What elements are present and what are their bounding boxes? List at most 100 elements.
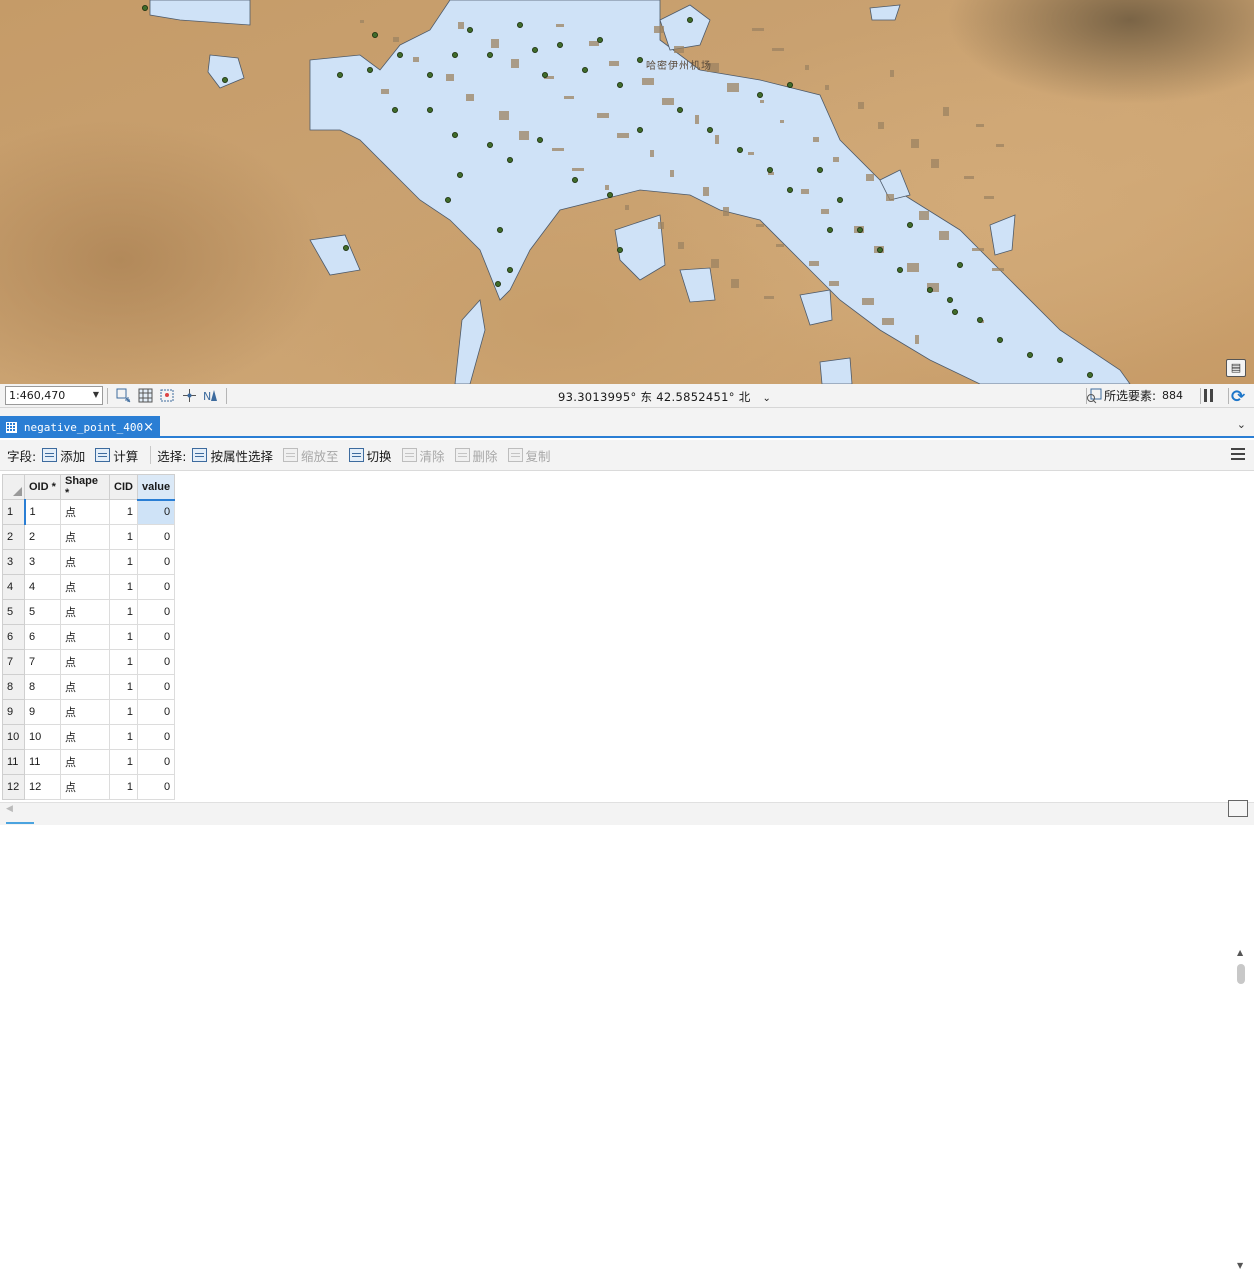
delete-button[interactable]: 删除 xyxy=(454,446,498,465)
table-row[interactable]: 44点10 xyxy=(2,574,176,600)
chevron-down-icon[interactable]: ▼ xyxy=(93,390,99,399)
feature-point[interactable] xyxy=(221,77,228,84)
urban-area[interactable] xyxy=(614,214,666,281)
row-number-cell[interactable]: 8 xyxy=(2,674,25,700)
urban-area[interactable] xyxy=(149,0,251,26)
feature-point[interactable] xyxy=(737,146,744,153)
value-cell[interactable]: 0 xyxy=(136,649,176,675)
feature-point[interactable] xyxy=(451,131,458,138)
feature-point[interactable] xyxy=(371,32,378,39)
shape-cell[interactable]: 点 xyxy=(60,674,110,700)
oid-cell[interactable]: 7 xyxy=(24,649,61,675)
refresh-icon[interactable]: ⟳ xyxy=(1231,387,1245,407)
feature-point[interactable] xyxy=(572,176,579,183)
shape-cell[interactable]: 点 xyxy=(60,649,110,675)
north-arrow-icon[interactable]: N xyxy=(202,387,220,405)
feature-point[interactable] xyxy=(997,336,1004,343)
scroll-up-icon[interactable]: ▲ xyxy=(1237,948,1243,957)
feature-point[interactable] xyxy=(677,107,684,114)
value-cell[interactable]: 0 xyxy=(136,624,176,650)
column-header-oid[interactable]: OID * xyxy=(24,474,61,500)
feature-point[interactable] xyxy=(787,186,794,193)
feature-point[interactable] xyxy=(1057,356,1064,363)
shape-cell[interactable]: 点 xyxy=(60,699,110,725)
shape-cell[interactable]: 点 xyxy=(60,749,110,775)
oid-cell[interactable]: 5 xyxy=(24,599,61,625)
feature-point[interactable] xyxy=(494,280,501,287)
value-cell[interactable]: 0 xyxy=(136,499,176,525)
cid-cell[interactable]: 1 xyxy=(109,574,138,600)
oid-cell[interactable]: 9 xyxy=(24,699,61,725)
shape-cell[interactable]: 点 xyxy=(60,549,110,575)
table-row[interactable]: 66点10 xyxy=(2,624,176,650)
cid-cell[interactable]: 1 xyxy=(109,649,138,675)
feature-point[interactable] xyxy=(486,52,493,59)
feature-point[interactable] xyxy=(877,246,884,253)
oid-cell[interactable]: 3 xyxy=(24,549,61,575)
snapping-icon[interactable] xyxy=(158,387,176,405)
value-cell[interactable]: 0 xyxy=(136,774,176,800)
selected-features[interactable]: 所选要素: 884 xyxy=(1086,387,1183,404)
feature-point[interactable] xyxy=(957,261,964,268)
cid-cell[interactable]: 1 xyxy=(109,624,138,650)
oid-cell[interactable]: 1 xyxy=(24,499,61,525)
feature-point[interactable] xyxy=(466,26,473,33)
feature-point[interactable] xyxy=(757,92,764,99)
urban-area[interactable] xyxy=(819,357,853,384)
value-cell[interactable]: 0 xyxy=(136,749,176,775)
cid-cell[interactable]: 1 xyxy=(109,524,138,550)
select-by-attributes-button[interactable]: 按属性选择 xyxy=(192,446,273,465)
row-number-cell[interactable]: 6 xyxy=(2,624,25,650)
oid-cell[interactable]: 12 xyxy=(24,774,61,800)
feature-point[interactable] xyxy=(366,67,373,74)
close-icon[interactable]: × xyxy=(143,420,154,435)
cid-cell[interactable]: 1 xyxy=(109,699,138,725)
cid-cell[interactable]: 1 xyxy=(109,724,138,750)
table-row[interactable]: 12 12 点 1 0 xyxy=(2,774,176,800)
row-number-cell[interactable]: 3 xyxy=(2,549,25,575)
urban-area[interactable] xyxy=(989,214,1016,256)
table-row[interactable]: 33点10 xyxy=(2,549,176,575)
feature-point[interactable] xyxy=(927,286,934,293)
urban-area[interactable] xyxy=(309,0,1131,384)
oid-cell[interactable]: 8 xyxy=(24,674,61,700)
feature-point[interactable] xyxy=(336,72,343,79)
value-cell[interactable]: 0 xyxy=(136,549,176,575)
feature-point[interactable] xyxy=(947,296,954,303)
feature-point[interactable] xyxy=(827,226,834,233)
feature-point[interactable] xyxy=(907,221,914,228)
oid-cell[interactable]: 6 xyxy=(24,624,61,650)
calculate-field-button[interactable]: 计算 xyxy=(95,446,138,465)
row-number-cell[interactable]: 12 xyxy=(2,774,25,800)
urban-area[interactable] xyxy=(309,234,361,276)
map-canvas[interactable] xyxy=(0,0,1254,384)
table-row[interactable]: 22点10 xyxy=(2,524,176,550)
feature-point[interactable] xyxy=(506,156,513,163)
feature-point[interactable] xyxy=(707,127,714,134)
shape-cell[interactable]: 点 xyxy=(60,624,110,650)
table-row[interactable]: 10 10 点 1 0 xyxy=(2,724,176,750)
feature-point[interactable] xyxy=(767,166,774,173)
feature-point[interactable] xyxy=(537,136,544,143)
row-number-cell[interactable]: 11 xyxy=(2,749,25,775)
feature-point[interactable] xyxy=(486,141,493,148)
row-number-cell[interactable]: 2 xyxy=(2,524,25,550)
feature-point[interactable] xyxy=(532,47,539,54)
value-cell[interactable]: 0 xyxy=(136,724,176,750)
table-row[interactable]: 55点10 xyxy=(2,599,176,625)
row-number-cell[interactable]: 1 xyxy=(2,499,26,525)
attribute-table[interactable]: OID * Shape * CID value 11点1022点1033点104… xyxy=(0,472,1254,1270)
shape-cell[interactable]: 点 xyxy=(60,724,110,750)
scroll-thumb[interactable] xyxy=(1237,964,1245,984)
map-view[interactable]: 哈密伊州机场 ▤ xyxy=(0,0,1254,384)
value-cell[interactable]: 0 xyxy=(136,574,176,600)
cid-cell[interactable]: 1 xyxy=(109,549,138,575)
row-number-cell[interactable]: 4 xyxy=(2,574,25,600)
row-number-cell[interactable]: 10 xyxy=(2,724,25,750)
scroll-down-icon[interactable]: ▼ xyxy=(1237,1261,1243,1270)
oid-cell[interactable]: 4 xyxy=(24,574,61,600)
pause-drawing-icon[interactable] xyxy=(1204,389,1218,403)
urban-area[interactable] xyxy=(454,299,486,384)
add-field-button[interactable]: 添加 xyxy=(42,446,85,465)
shape-cell[interactable]: 点 xyxy=(60,599,110,625)
